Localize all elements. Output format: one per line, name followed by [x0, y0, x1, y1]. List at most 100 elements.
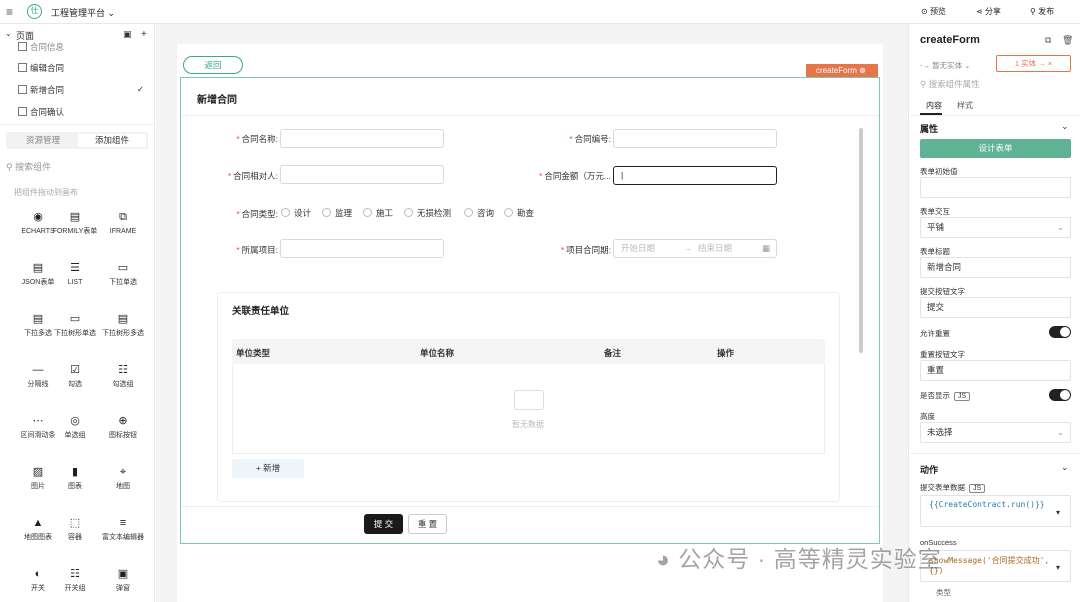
- column-header: 备注: [604, 348, 622, 358]
- tab-assets[interactable]: 资源管理: [9, 134, 77, 147]
- component-label: 下拉树形单选: [54, 330, 96, 337]
- entity-selector[interactable]: -→ 暂无实体 ⌄: [920, 60, 970, 71]
- trash-icon[interactable]: 🗑: [1062, 35, 1073, 46]
- pages-header[interactable]: ⌄ 页面 ▣ +: [0, 27, 154, 42]
- component-icon: ⌖: [119, 466, 127, 478]
- component-item[interactable]: ▣ 弹窗: [98, 568, 148, 602]
- share-button[interactable]: ⋖ 分享: [976, 6, 1001, 17]
- tab-add-component[interactable]: 添加组件: [78, 134, 146, 147]
- entity-badge[interactable]: 1 实体 → ×: [996, 55, 1071, 72]
- component-search[interactable]: ⚲ 搜索组件: [6, 160, 51, 173]
- js-badge[interactable]: JS: [954, 392, 971, 401]
- search-icon: ⚲: [6, 162, 16, 172]
- type-label: 类型: [936, 588, 951, 597]
- page-item-active[interactable]: 新增合同 ✓: [18, 84, 148, 98]
- share-icon: ⋖: [976, 7, 985, 16]
- submit-text-input[interactable]: 提交: [920, 297, 1071, 318]
- empty-inbox-icon: [514, 390, 544, 410]
- component-item[interactable]: ⊕ 图标按钮: [98, 415, 148, 459]
- column-header: 单位名称: [420, 348, 455, 358]
- component-item[interactable]: ☷ 开关组: [50, 568, 100, 602]
- component-item[interactable]: ☑ 勾选: [50, 364, 100, 408]
- component-icon: ▤: [117, 313, 129, 325]
- submit-data-code[interactable]: {{CreateContract.run()}}: [920, 495, 1071, 527]
- design-form-button[interactable]: 设计表单: [920, 139, 1071, 158]
- collapse-icon[interactable]: ⌄: [5, 29, 12, 38]
- publish-button[interactable]: ⚲ 发布: [1030, 6, 1054, 17]
- interaction-select[interactable]: 平铺 ⌄: [920, 217, 1071, 238]
- layout-icon[interactable]: ▣: [123, 29, 132, 40]
- project-label: * 所属项目:: [236, 245, 278, 255]
- chevron-down-icon[interactable]: ⌄: [1061, 121, 1069, 132]
- component-item[interactable]: ☰ LIST: [50, 262, 100, 306]
- component-item[interactable]: ▤ 下拉树形多选: [98, 313, 148, 357]
- caret-down-icon[interactable]: ▾: [1056, 563, 1060, 572]
- menu-icon[interactable]: ≡: [6, 5, 13, 19]
- component-item[interactable]: ☷ 勾选组: [98, 364, 148, 408]
- allow-reset-label: 允许重置: [920, 329, 950, 338]
- component-icon: ≡: [119, 517, 127, 529]
- component-item[interactable]: ▭ 下拉树形单选: [50, 313, 100, 357]
- empty-text: 暂无数据: [512, 420, 544, 429]
- column-header: 单位类型: [236, 348, 271, 358]
- form-title-input[interactable]: 新增合同: [920, 257, 1071, 278]
- component-name: createForm: [920, 34, 980, 46]
- js-badge[interactable]: JS: [969, 484, 986, 493]
- component-item[interactable]: ▤ FORMILY表单: [50, 211, 100, 255]
- add-page-icon[interactable]: +: [141, 29, 147, 40]
- caret-down-icon[interactable]: ▾: [1056, 508, 1060, 517]
- show-toggle[interactable]: [1049, 389, 1071, 401]
- interaction-label: 表单交互: [920, 207, 950, 216]
- allow-reset-toggle[interactable]: [1049, 326, 1071, 338]
- preview-button[interactable]: ⊙ 预览: [921, 6, 946, 17]
- add-row-button[interactable]: + 新增: [232, 459, 304, 478]
- height-select[interactable]: 未选择 ⌄: [920, 422, 1071, 443]
- component-icon: ☷: [70, 568, 80, 580]
- component-item[interactable]: ▮ 图表: [50, 466, 100, 510]
- component-item[interactable]: ⌖ 地图: [98, 466, 148, 510]
- component-item[interactable]: ⬚ 容器: [50, 517, 100, 561]
- component-label: 单选组: [64, 432, 86, 439]
- amount-input[interactable]: |: [613, 166, 777, 185]
- page-item[interactable]: 合同确认: [18, 106, 148, 120]
- component-label: 下拉单选: [109, 279, 137, 286]
- component-item[interactable]: ▭ 下拉单选: [98, 262, 148, 306]
- component-icon: ☰: [70, 262, 80, 274]
- component-label: FORMILY表单: [52, 228, 98, 235]
- page-item[interactable]: 合同信息: [18, 41, 148, 51]
- chevron-down-icon: ⌄: [1056, 222, 1064, 232]
- submit-button[interactable]: 提 交: [364, 514, 403, 534]
- contract-name-input[interactable]: [280, 129, 444, 148]
- form-scrollbar[interactable]: [859, 128, 863, 353]
- project-input[interactable]: [280, 239, 444, 258]
- on-success-code[interactable]: showMessage('合同提交成功', {}): [920, 550, 1071, 582]
- radio-circle: [504, 208, 513, 217]
- type-radio-consulting[interactable]: 咨询: [464, 207, 494, 219]
- type-radio-survey[interactable]: 勘查: [504, 207, 534, 219]
- component-item[interactable]: ⧉ IFRAME: [98, 211, 148, 255]
- copy-icon[interactable]: ⧉: [1045, 35, 1051, 46]
- type-radio-construction[interactable]: 施工: [363, 207, 393, 219]
- counterparty-input[interactable]: [280, 165, 444, 184]
- date-range-picker[interactable]: 开始日期 → 结束日期 ▦: [613, 239, 777, 258]
- tab-content[interactable]: 内容: [926, 100, 942, 111]
- contract-no-input[interactable]: [613, 129, 777, 148]
- selected-component-tag[interactable]: createForm ⊗: [806, 64, 878, 77]
- reset-text-label: 重置按钮文字: [920, 350, 965, 359]
- chevron-down-icon[interactable]: ⌄: [1061, 462, 1069, 473]
- initial-value-input[interactable]: [920, 177, 1071, 198]
- height-value: 未选择: [927, 427, 953, 437]
- back-button[interactable]: 返回: [183, 56, 243, 74]
- component-label: 图表: [68, 483, 82, 490]
- type-radio-design[interactable]: 设计: [281, 207, 311, 219]
- page-item[interactable]: 编辑合同: [18, 62, 148, 76]
- property-search[interactable]: ⚲ 搜索组件属性: [920, 78, 980, 90]
- component-item[interactable]: ◎ 单选组: [50, 415, 100, 459]
- tab-style[interactable]: 样式: [957, 100, 973, 111]
- app-title-dropdown[interactable]: 工程管理平台 ⌄: [51, 6, 115, 19]
- reset-text-input[interactable]: 重置: [920, 360, 1071, 381]
- type-radio-ndt[interactable]: 无损检测: [404, 207, 451, 219]
- component-item[interactable]: ≡ 富文本编辑器: [98, 517, 148, 561]
- reset-button[interactable]: 重 置: [408, 514, 447, 534]
- type-radio-supervision[interactable]: 监理: [322, 207, 352, 219]
